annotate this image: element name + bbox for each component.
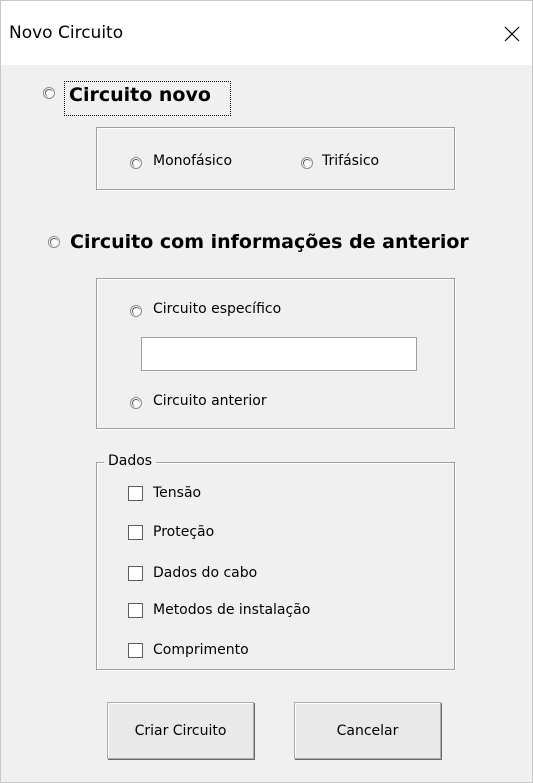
radio-circuito-anterior-info[interactable]: [48, 236, 60, 248]
checkbox-metodos-de-instalacao[interactable]: [128, 603, 143, 618]
dialog-window: Novo Circuito Circuito novo Monofásico T…: [0, 0, 533, 783]
dados-do-cabo-label[interactable]: Dados do cabo: [153, 565, 257, 581]
criar-circuito-button[interactable]: Criar Circuito: [107, 702, 254, 759]
comprimento-label[interactable]: Comprimento: [153, 642, 249, 658]
checkbox-protecao[interactable]: [128, 525, 143, 540]
circuito-anterior-label[interactable]: Circuito anterior: [153, 393, 267, 409]
phase-frame: Monofásico Trifásico: [96, 127, 455, 190]
radio-circuito-novo[interactable]: [43, 87, 55, 99]
circuito-especifico-label[interactable]: Circuito específico: [153, 301, 281, 317]
protecao-label[interactable]: Proteção: [153, 524, 214, 540]
tensao-label[interactable]: Tensão: [153, 485, 201, 501]
radio-trifasico[interactable]: [301, 157, 313, 169]
circuito-com-informacoes-label[interactable]: Circuito com informações de anterior: [70, 231, 469, 253]
trifasico-label[interactable]: Trifásico: [322, 153, 379, 169]
cancelar-button[interactable]: Cancelar: [294, 702, 441, 759]
dados-group: Tensão Proteção Dados do cabo Metodos de…: [96, 462, 455, 670]
circuito-especifico-input[interactable]: [141, 337, 417, 371]
monofasico-label[interactable]: Monofásico: [153, 153, 232, 169]
radio-monofasico[interactable]: [130, 157, 142, 169]
previous-circuit-frame: Circuito específico Circuito anterior: [96, 278, 455, 429]
circuito-novo-label[interactable]: Circuito novo: [69, 84, 211, 106]
title-bar: Novo Circuito: [1, 1, 532, 65]
checkbox-dados-do-cabo[interactable]: [128, 566, 143, 581]
close-icon: [504, 26, 520, 42]
checkbox-tensao[interactable]: [128, 486, 143, 501]
radio-circuito-especifico[interactable]: [130, 305, 142, 317]
metodos-de-instalacao-label[interactable]: Metodos de instalação: [153, 602, 310, 618]
radio-circuito-anterior[interactable]: [130, 397, 142, 409]
window-title: Novo Circuito: [9, 23, 124, 43]
close-button[interactable]: [492, 17, 532, 51]
checkbox-comprimento[interactable]: [128, 643, 143, 658]
dados-legend: Dados: [104, 453, 157, 469]
